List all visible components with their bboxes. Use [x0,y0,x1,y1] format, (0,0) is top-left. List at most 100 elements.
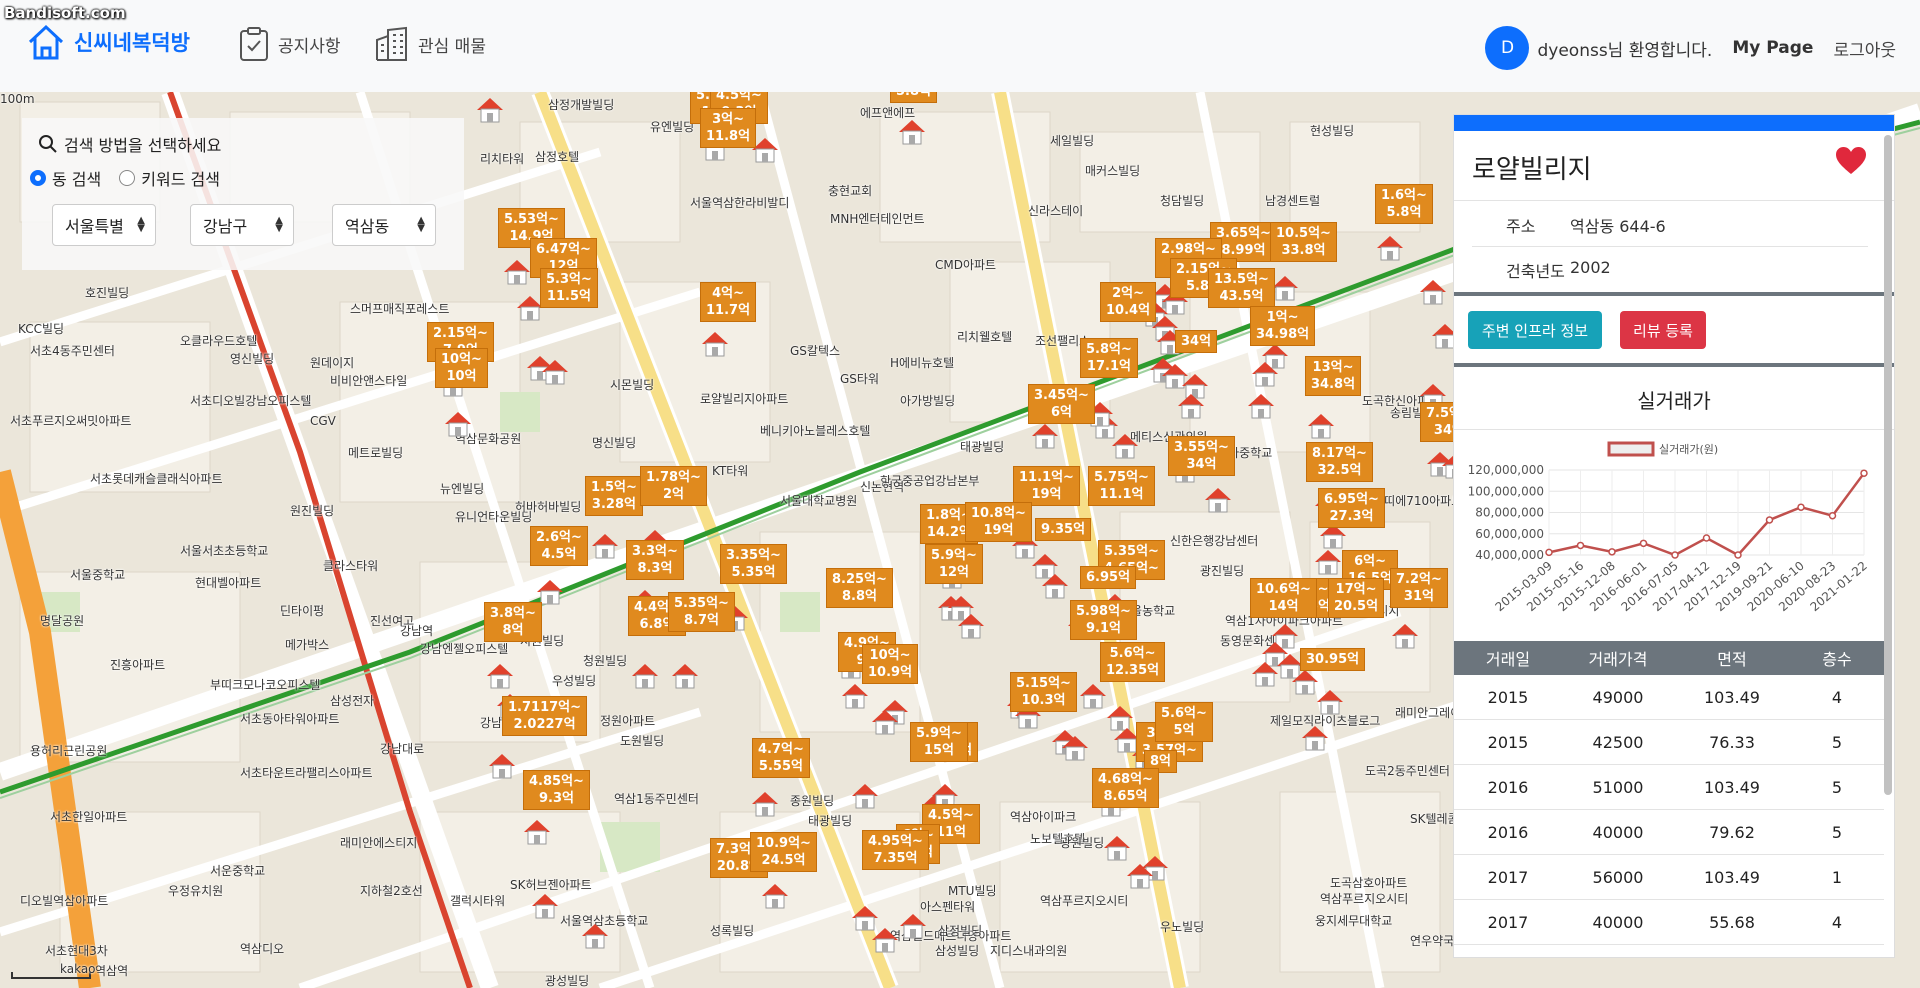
house-marker-icon[interactable] [580,922,610,950]
house-marker-icon[interactable] [540,358,570,386]
review-register-button[interactable]: 리뷰 등록 [1620,311,1706,349]
house-marker-icon[interactable] [1030,422,1060,450]
price-marker[interactable]: 3.3억~ 8.3억 [626,540,684,580]
house-marker-icon[interactable] [487,752,517,780]
price-marker[interactable]: 1.5억~ 3.28억 [585,476,643,516]
house-marker-icon[interactable] [1246,392,1276,420]
house-marker-icon[interactable] [1418,278,1448,306]
house-marker-icon[interactable] [1125,862,1155,890]
house-marker-icon[interactable] [475,96,505,124]
price-marker[interactable]: 5.6억~ 12.35억 [1100,642,1166,682]
house-marker-icon[interactable] [897,118,927,146]
price-marker[interactable]: 5.8억 [890,92,937,103]
price-marker[interactable]: 4.68억~ 8.65억 [1092,768,1159,808]
house-marker-icon[interactable] [870,708,900,736]
house-marker-icon[interactable] [1313,548,1343,576]
house-marker-icon[interactable] [1102,834,1132,862]
house-marker-icon[interactable] [522,818,552,846]
price-marker[interactable]: 5.98억~ 9.1억 [1070,600,1137,640]
logout-link[interactable]: 로그아웃 [1833,36,1896,61]
price-marker[interactable]: 3.8억~ 8억 [484,602,542,642]
price-marker[interactable]: 6.95억 [1080,566,1137,589]
price-marker[interactable]: 9.35억 [1035,518,1092,541]
house-marker-icon[interactable] [1176,392,1206,420]
house-marker-icon[interactable] [1203,486,1233,514]
price-marker[interactable]: 10.6억~ 14억 [1250,578,1317,618]
price-marker[interactable]: 5.3억~ 11.5억 [540,268,598,308]
infra-info-button[interactable]: 주변 인프라 정보 [1468,311,1602,349]
price-marker[interactable]: 1억~ 34.98억 [1250,306,1316,346]
house-marker-icon[interactable] [485,662,515,690]
house-marker-icon[interactable] [443,410,473,438]
price-marker[interactable]: 5.8억~ 17.1억 [1080,338,1138,378]
house-marker-icon[interactable] [1040,572,1070,600]
nav-notice[interactable]: 공지사항 [238,26,341,62]
price-marker[interactable]: 5.15억~ 10.3억 [1010,672,1077,712]
price-marker[interactable]: 1.78억~ 2억 [640,466,707,506]
price-marker[interactable]: 6.95억~ 27.3억 [1318,488,1385,528]
house-marker-icon[interactable] [700,330,730,358]
price-marker[interactable]: 4.85억~ 9.3억 [523,770,590,810]
house-marker-icon[interactable] [760,882,790,910]
house-marker-icon[interactable] [502,258,532,286]
user-avatar[interactable]: D [1485,26,1530,70]
dong-select[interactable]: 역삼동 ▲ ▼ [332,204,436,246]
price-marker[interactable]: 2.6억~ 4.5억 [530,526,588,566]
price-marker[interactable]: 17억~ 20.5억 [1328,578,1385,618]
house-marker-icon[interactable] [1375,234,1405,262]
house-marker-icon[interactable] [750,790,780,818]
price-marker[interactable]: 3.55억~ 34억 [1168,436,1235,476]
city-select[interactable]: 서울특별 ▲ ▼ [52,204,156,246]
house-marker-icon[interactable] [590,532,620,560]
price-marker[interactable]: 5.9억~ 12억 [925,544,983,584]
house-marker-icon[interactable] [1315,688,1345,716]
price-marker[interactable]: 3.45억~ 6억 [1028,384,1095,424]
house-marker-icon[interactable] [1060,734,1090,762]
price-marker[interactable]: 10억~ 10억 [435,348,488,388]
price-marker[interactable]: 10억~ 10.9억 [862,644,919,684]
house-marker-icon[interactable] [530,892,560,920]
price-marker[interactable]: 3억~ 11.8억 [700,108,757,148]
price-marker[interactable]: 4억~ 11.7억 [700,282,757,322]
house-marker-icon[interactable] [840,682,870,710]
house-marker-icon[interactable] [630,662,660,690]
price-marker[interactable]: 7.2억~ 31억 [1390,568,1448,608]
house-marker-icon[interactable] [1110,432,1140,460]
house-marker-icon[interactable] [850,782,880,810]
house-marker-icon[interactable] [870,926,900,954]
house-marker-icon[interactable] [670,662,700,690]
nav-interest[interactable]: 관심 매물 [374,26,486,62]
heart-icon[interactable] [1836,147,1866,175]
price-marker[interactable]: 30.95억 [1300,648,1366,671]
mypage-link[interactable]: My Page [1732,38,1813,58]
price-marker[interactable]: 4.7억~ 5.55억 [752,738,810,778]
price-marker[interactable]: 8.25억~ 8.8억 [826,568,893,608]
house-marker-icon[interactable] [898,912,928,940]
house-marker-icon[interactable] [1250,360,1280,388]
price-marker[interactable]: 3.35억~ 5.35억 [720,544,787,584]
price-marker[interactable]: 5.6억~ 5억 [1155,702,1213,742]
radio-keyword[interactable] [119,170,136,186]
house-marker-icon[interactable] [956,612,986,640]
price-marker[interactable]: 1.7117억~ 2.0227억 [502,696,588,736]
price-marker[interactable]: 5.35억~ 8.7억 [668,592,735,632]
house-marker-icon[interactable] [1078,682,1108,710]
brand-link[interactable]: 신씨네복덕방 [26,22,190,62]
house-marker-icon[interactable] [1300,724,1330,752]
price-marker[interactable]: 13.5억~ 43.5억 [1208,268,1275,308]
price-marker[interactable]: 11.1억~ 19억 [1013,466,1080,506]
price-marker[interactable]: 10.8억~ 19억 [965,502,1032,542]
house-marker-icon[interactable] [1306,412,1336,440]
panel-scrollbar[interactable] [1884,135,1892,795]
price-marker[interactable]: 10.5억~ 33.8억 [1270,222,1337,262]
price-marker[interactable]: 10.9억~ 24.5억 [750,832,817,872]
house-marker-icon[interactable] [1390,622,1420,650]
price-marker[interactable]: 13억~ 34.8억 [1305,356,1362,396]
price-marker[interactable]: 8.17억~ 32.5억 [1306,442,1373,482]
price-marker[interactable]: 4.95억~ 7.35억 [862,830,929,870]
price-marker[interactable]: 5.75억~ 11.1억 [1088,466,1155,506]
price-marker[interactable]: 1.6억~ 5.8억 [1375,184,1433,224]
price-marker[interactable]: 5.9억~ 15억 [910,722,968,762]
gu-select[interactable]: 강남구 ▲ ▼ [190,204,294,246]
price-marker[interactable]: 2억~ 10.4억 [1100,282,1157,322]
